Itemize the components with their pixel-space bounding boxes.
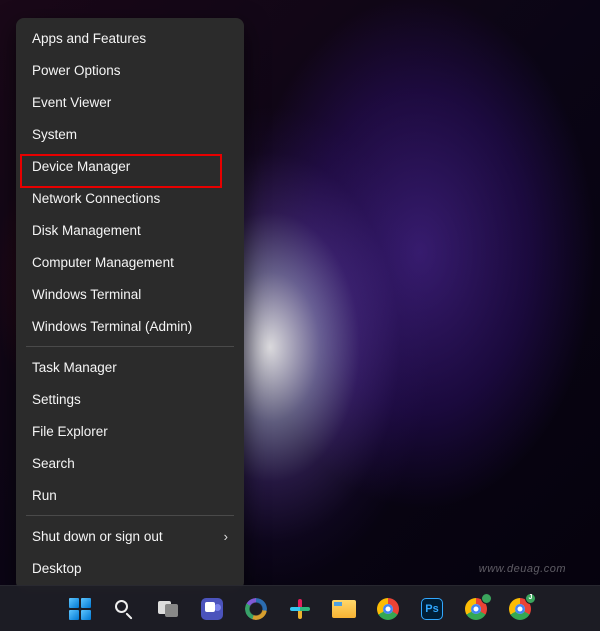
menu-item-system[interactable]: System — [16, 118, 244, 150]
menu-item-file-explorer[interactable]: File Explorer — [16, 415, 244, 447]
windows-icon — [69, 598, 91, 620]
taskbar-app-chrome[interactable] — [369, 590, 407, 628]
search-button[interactable] — [105, 590, 143, 628]
menu-item-network-connections[interactable]: Network Connections — [16, 182, 244, 214]
menu-item-label: Power Options — [32, 63, 121, 78]
menu-item-label: Apps and Features — [32, 31, 146, 46]
taskbar-app-slack[interactable] — [281, 590, 319, 628]
menu-item-label: Shut down or sign out — [32, 529, 163, 544]
menu-item-label: Task Manager — [32, 360, 117, 375]
menu-item-label: Settings — [32, 392, 81, 407]
chevron-right-icon: › — [224, 529, 228, 544]
menu-item-task-manager[interactable]: Task Manager — [16, 351, 244, 383]
menu-item-label: Desktop — [32, 561, 82, 576]
notification-badge — [481, 593, 492, 604]
menu-item-label: Computer Management — [32, 255, 174, 270]
menu-item-event-viewer[interactable]: Event Viewer — [16, 86, 244, 118]
notification-badge: J — [525, 593, 536, 604]
circle-app-icon — [245, 598, 267, 620]
taskbar-app-chrome-profile-2[interactable]: J — [501, 590, 539, 628]
menu-item-apps-and-features[interactable]: Apps and Features — [16, 22, 244, 54]
search-icon — [114, 599, 134, 619]
menu-item-disk-management[interactable]: Disk Management — [16, 214, 244, 246]
task-view-button[interactable] — [149, 590, 187, 628]
menu-item-label: Event Viewer — [32, 95, 111, 110]
menu-item-shut-down-or-sign-out[interactable]: Shut down or sign out › — [16, 520, 244, 552]
menu-separator — [26, 515, 234, 516]
menu-item-search[interactable]: Search — [16, 447, 244, 479]
photoshop-icon: Ps — [421, 598, 443, 620]
taskbar-app-teams[interactable] — [193, 590, 231, 628]
menu-separator — [26, 346, 234, 347]
watermark-text: www.deuag.com — [479, 563, 566, 575]
menu-item-run[interactable]: Run — [16, 479, 244, 511]
taskbar-app-chrome-profile-1[interactable] — [457, 590, 495, 628]
taskbar-app-circle[interactable] — [237, 590, 275, 628]
taskbar: Ps J — [0, 585, 600, 631]
folder-icon — [332, 600, 356, 618]
menu-item-label: Disk Management — [32, 223, 141, 238]
menu-item-desktop[interactable]: Desktop — [16, 552, 244, 584]
taskbar-app-file-explorer[interactable] — [325, 590, 363, 628]
menu-item-power-options[interactable]: Power Options — [16, 54, 244, 86]
menu-item-windows-terminal[interactable]: Windows Terminal — [16, 278, 244, 310]
teams-icon — [201, 598, 223, 620]
menu-item-label: Windows Terminal — [32, 287, 141, 302]
taskbar-app-photoshop[interactable]: Ps — [413, 590, 451, 628]
menu-item-label: Windows Terminal (Admin) — [32, 319, 192, 334]
start-button[interactable] — [61, 590, 99, 628]
menu-item-label: System — [32, 127, 77, 142]
task-view-icon — [158, 601, 178, 617]
menu-item-label: Network Connections — [32, 191, 160, 206]
menu-item-computer-management[interactable]: Computer Management — [16, 246, 244, 278]
menu-item-windows-terminal-admin[interactable]: Windows Terminal (Admin) — [16, 310, 244, 342]
menu-item-device-manager[interactable]: Device Manager — [16, 150, 244, 182]
menu-item-settings[interactable]: Settings — [16, 383, 244, 415]
menu-item-label: Search — [32, 456, 75, 471]
chrome-icon — [377, 598, 399, 620]
menu-item-label: File Explorer — [32, 424, 108, 439]
menu-item-label: Run — [32, 488, 57, 503]
menu-item-label: Device Manager — [32, 159, 130, 174]
winx-menu: Apps and Features Power Options Event Vi… — [16, 18, 244, 590]
slack-icon — [290, 599, 310, 619]
